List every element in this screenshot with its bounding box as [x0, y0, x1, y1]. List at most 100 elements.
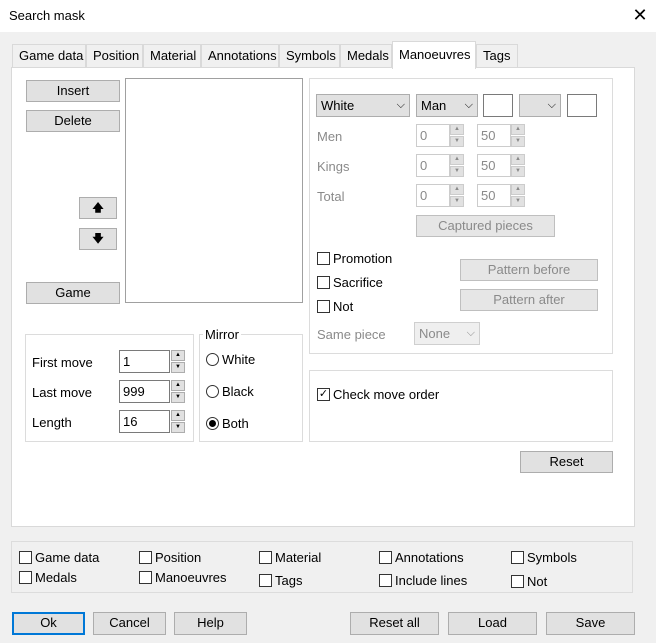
last-move-input[interactable]: 999 [119, 380, 170, 403]
men-to-spinner[interactable]: ▲ ▼ [511, 124, 525, 147]
men-from-input[interactable]: 0 [416, 124, 450, 147]
scope-symbols-checkbox[interactable] [511, 551, 524, 564]
pattern-after-button[interactable]: Pattern after [460, 289, 598, 311]
men-to-input[interactable]: 50 [477, 124, 511, 147]
insert-button[interactable]: Insert [26, 80, 120, 102]
total-label: Total [317, 189, 345, 204]
men-from-value: 0 [420, 128, 428, 143]
spin-down-icon[interactable]: ▼ [171, 362, 185, 373]
total-to-spinner[interactable]: ▲ ▼ [511, 184, 525, 207]
mirror-black-radio[interactable] [206, 385, 219, 398]
arrow-up-icon[interactable]: 🡅 [79, 197, 117, 219]
first-move-input[interactable]: 1 [119, 350, 170, 373]
piece-select[interactable]: Man ⌵ [416, 94, 478, 117]
pattern-before-button[interactable]: Pattern before [460, 259, 598, 281]
piece-select-value: Man [421, 98, 447, 113]
spin-up-icon[interactable]: ▲ [171, 410, 185, 421]
spin-down-icon[interactable]: ▼ [450, 136, 464, 147]
check-move-order-checkbox[interactable]: ✓ [317, 388, 330, 401]
tab-manoeuvres[interactable]: Manoeuvres [392, 41, 476, 69]
tab-symbols[interactable]: Symbols [279, 44, 340, 68]
scope-not-checkbox[interactable] [511, 575, 524, 588]
total-from-input[interactable]: 0 [416, 184, 450, 207]
scope-medals-checkbox[interactable] [19, 571, 32, 584]
cancel-button[interactable]: Cancel [93, 612, 166, 635]
spin-up-icon[interactable]: ▲ [511, 154, 525, 165]
total-from-spinner[interactable]: ▲ ▼ [450, 184, 464, 207]
manoeuvre-list[interactable] [125, 78, 303, 303]
relation-select[interactable]: ⌵ [519, 94, 561, 117]
scope-game-data-checkbox[interactable] [19, 551, 32, 564]
spin-down-icon[interactable]: ▼ [511, 136, 525, 147]
tab-annotations[interactable]: Annotations [201, 44, 279, 68]
scope-position-checkbox[interactable] [139, 551, 152, 564]
load-button[interactable]: Load [448, 612, 537, 635]
spin-up-icon[interactable]: ▲ [171, 380, 185, 391]
scope-annotations-checkbox[interactable] [379, 551, 392, 564]
spin-down-icon[interactable]: ▼ [511, 166, 525, 177]
chevron-down-icon: ⌵ [464, 99, 473, 111]
men-from-spinner[interactable]: ▲ ▼ [450, 124, 464, 147]
close-icon[interactable]: ✕ [626, 2, 654, 30]
ok-button[interactable]: Ok [12, 612, 85, 635]
same-piece-select[interactable]: None ⌵ [414, 322, 480, 345]
move-order-group [309, 370, 613, 442]
scope-tags-label: Tags [275, 573, 303, 588]
spin-up-icon[interactable]: ▲ [450, 184, 464, 195]
spin-up-icon[interactable]: ▲ [511, 184, 525, 195]
tab-material[interactable]: Material [143, 44, 201, 68]
spin-down-icon[interactable]: ▼ [171, 422, 185, 433]
spin-down-icon[interactable]: ▼ [450, 166, 464, 177]
not-checkbox[interactable] [317, 300, 330, 313]
mirror-both-radio[interactable] [206, 417, 219, 430]
last-move-spinner[interactable]: ▲ ▼ [171, 380, 185, 403]
scope-material-label: Material [275, 550, 322, 565]
spin-down-icon[interactable]: ▼ [450, 196, 464, 207]
scope-include-lines-checkbox[interactable] [379, 574, 392, 587]
scope-include-lines-label: Include lines [395, 573, 468, 588]
reset-button[interactable]: Reset [520, 451, 613, 473]
arrow-down-icon[interactable]: 🡇 [79, 228, 117, 250]
help-button[interactable]: Help [174, 612, 247, 635]
kings-to-spinner[interactable]: ▲ ▼ [511, 154, 525, 177]
scope-tags-checkbox[interactable] [259, 574, 272, 587]
first-move-spinner[interactable]: ▲ ▼ [171, 350, 185, 373]
spin-up-icon[interactable]: ▲ [450, 124, 464, 135]
mirror-white-radio[interactable] [206, 353, 219, 366]
color-select[interactable]: White ⌵ [316, 94, 410, 117]
tab-game-data[interactable]: Game data [12, 44, 86, 68]
tab-tags[interactable]: Tags [476, 44, 518, 68]
length-spinner[interactable]: ▲ ▼ [171, 410, 185, 433]
save-button[interactable]: Save [546, 612, 635, 635]
tab-medals[interactable]: Medals [340, 44, 392, 68]
kings-label: Kings [317, 159, 350, 174]
tab-position[interactable]: Position [86, 44, 143, 68]
piece-color-box[interactable] [483, 94, 513, 117]
reset-all-button[interactable]: Reset all [350, 612, 439, 635]
spin-up-icon[interactable]: ▲ [171, 350, 185, 361]
scope-not-label: Not [527, 574, 548, 589]
kings-from-spinner[interactable]: ▲ ▼ [450, 154, 464, 177]
total-to-input[interactable]: 50 [477, 184, 511, 207]
kings-from-input[interactable]: 0 [416, 154, 450, 177]
promotion-checkbox[interactable] [317, 252, 330, 265]
scope-material-checkbox[interactable] [259, 551, 272, 564]
spin-down-icon[interactable]: ▼ [171, 392, 185, 403]
same-piece-label: Same piece [317, 327, 386, 342]
delete-button[interactable]: Delete [26, 110, 120, 132]
spin-up-icon[interactable]: ▲ [511, 124, 525, 135]
game-button[interactable]: Game [26, 282, 120, 304]
scope-annotations-label: Annotations [395, 550, 464, 565]
scope-manoeuvres-checkbox[interactable] [139, 571, 152, 584]
total-from-value: 0 [420, 188, 428, 203]
sacrifice-checkbox[interactable] [317, 276, 330, 289]
scope-symbols-label: Symbols [527, 550, 577, 565]
spin-up-icon[interactable]: ▲ [450, 154, 464, 165]
count-box[interactable] [567, 94, 597, 117]
kings-to-input[interactable]: 50 [477, 154, 511, 177]
first-move-value: 1 [123, 354, 131, 369]
title-bar: Search mask ✕ [0, 0, 656, 32]
captured-pieces-button[interactable]: Captured pieces [416, 215, 555, 237]
spin-down-icon[interactable]: ▼ [511, 196, 525, 207]
length-input[interactable]: 16 [119, 410, 170, 433]
